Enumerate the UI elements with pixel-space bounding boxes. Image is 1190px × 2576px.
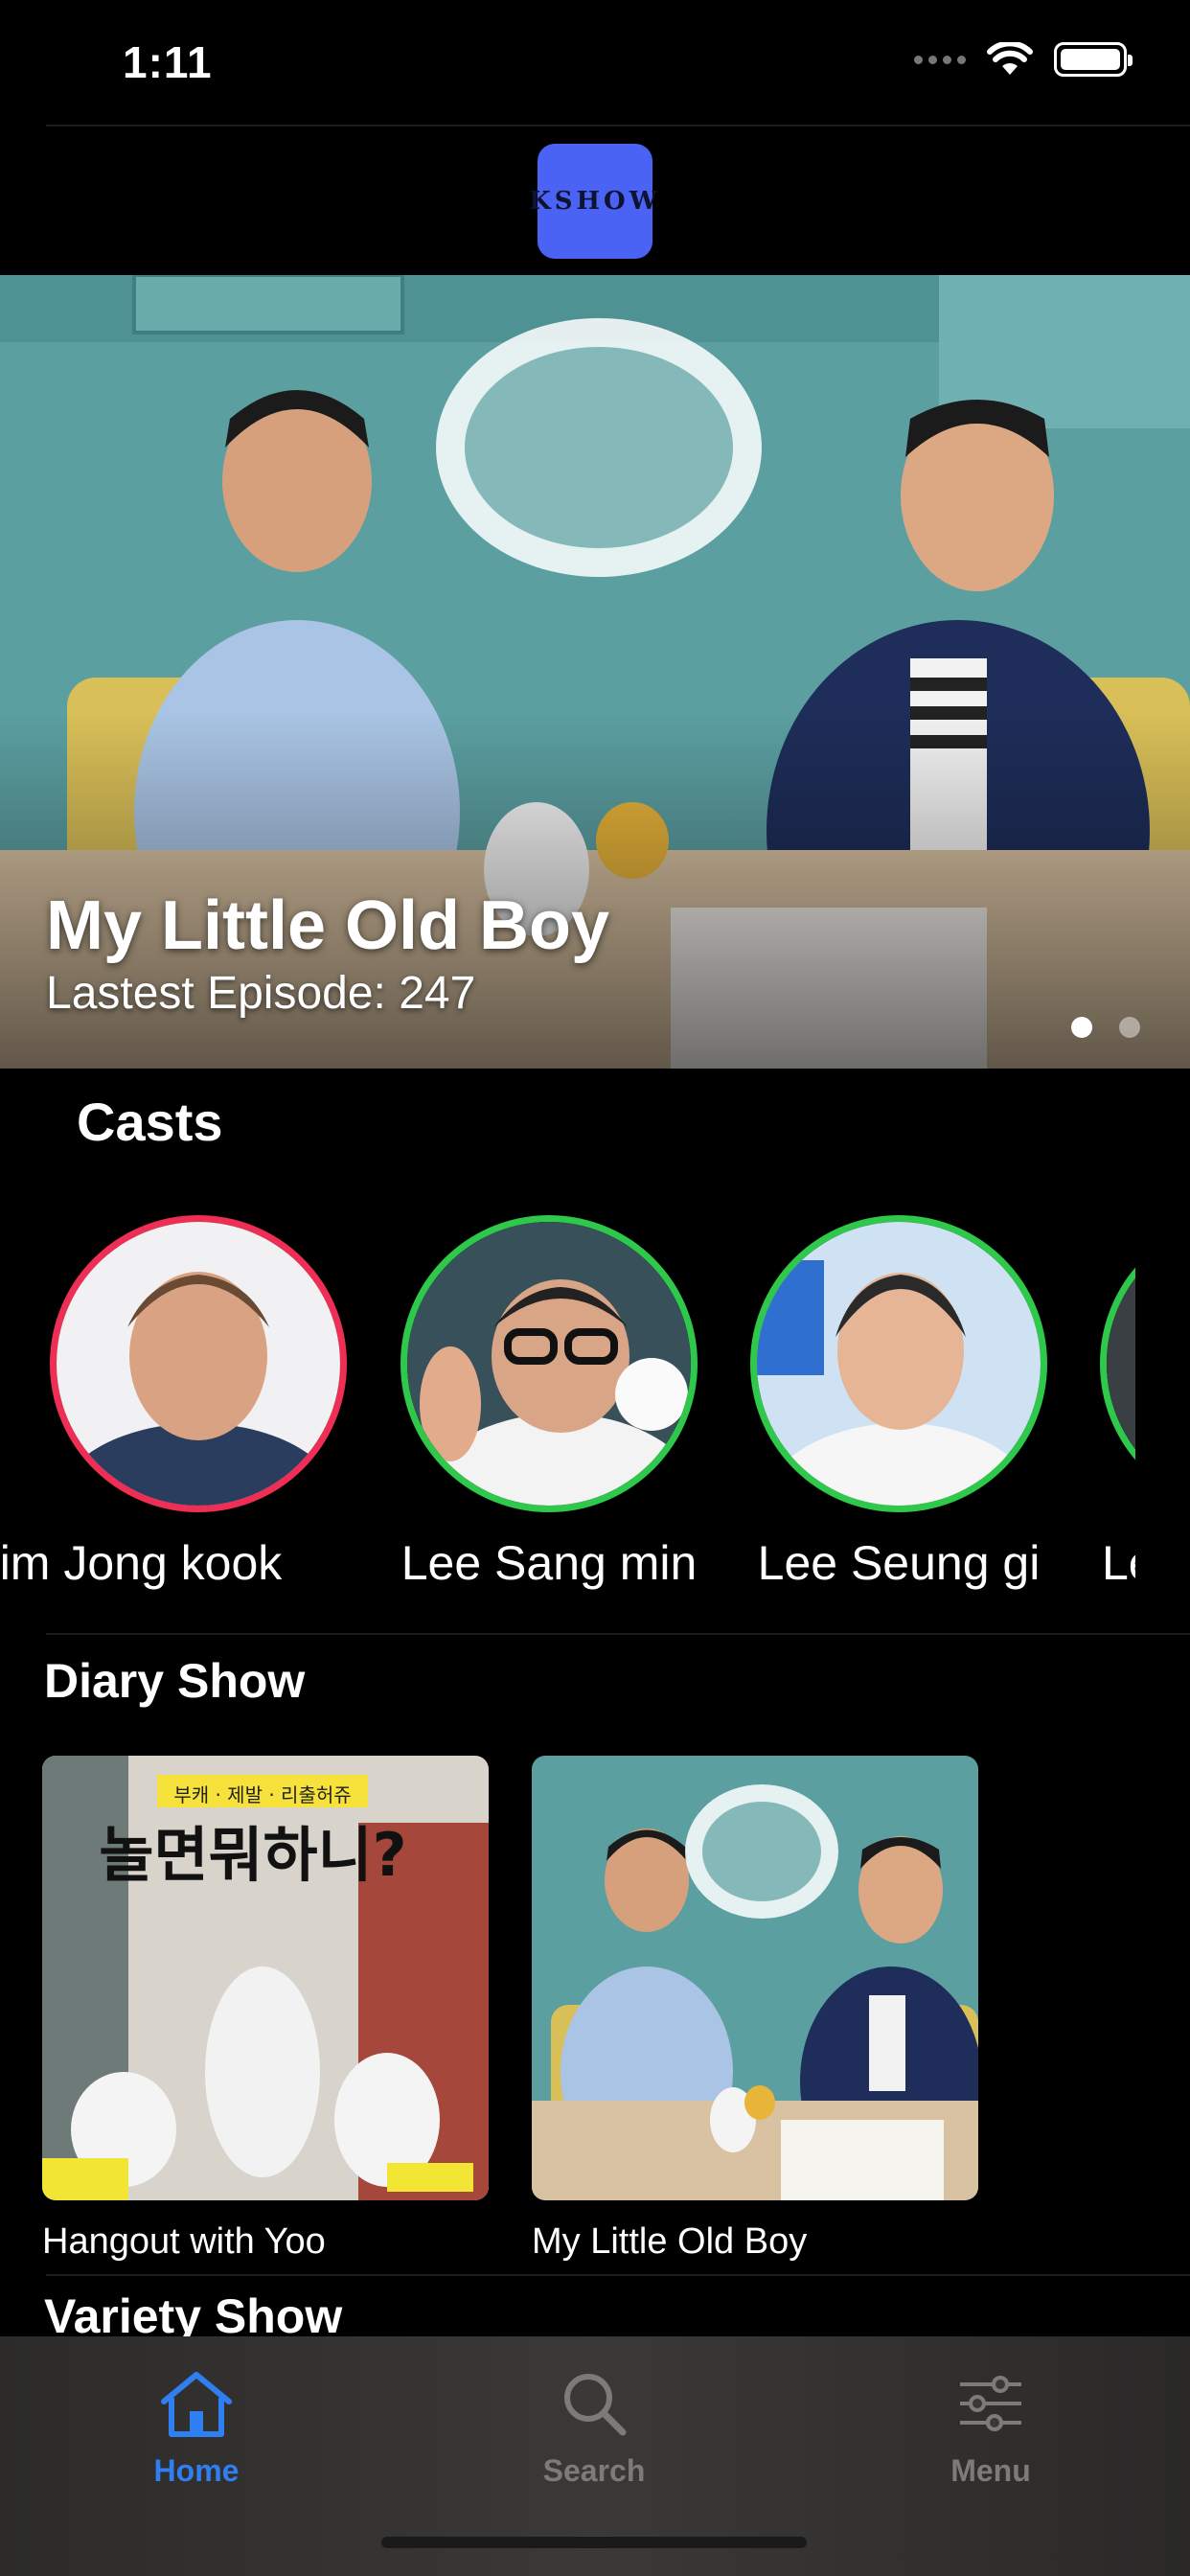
cellular-signal-icon bbox=[914, 55, 966, 64]
cast-name: Le bbox=[1102, 1536, 1135, 1590]
status-icons bbox=[914, 42, 1133, 77]
hero-banner[interactable]: My Little Old Boy Lastest Episode: 247 bbox=[0, 275, 1190, 1069]
cast-avatar bbox=[50, 1215, 347, 1512]
cast-avatar bbox=[1100, 1215, 1135, 1512]
hero-title: My Little Old Boy bbox=[46, 887, 610, 964]
show-poster[interactable] bbox=[532, 1756, 978, 2200]
magnifier-icon bbox=[489, 2365, 699, 2442]
status-time: 1:11 bbox=[123, 37, 213, 87]
cast-name: Lee Seung gi bbox=[757, 1536, 1041, 1590]
tab-label: Search bbox=[542, 2453, 646, 2488]
battery-icon bbox=[1054, 42, 1133, 77]
section-divider bbox=[46, 1633, 1190, 1635]
page-indicator[interactable] bbox=[1071, 1017, 1140, 1038]
cast-avatar bbox=[400, 1215, 698, 1512]
show-poster-title: Hangout with Yoo bbox=[42, 2221, 326, 2262]
show-poster-title: My Little Old Boy bbox=[532, 2221, 808, 2262]
hero-subtitle: Lastest Episode: 247 bbox=[46, 968, 476, 1019]
section-divider bbox=[46, 2274, 1190, 2276]
svg-text:놀면뭐하니?: 놀면뭐하니? bbox=[99, 1820, 406, 1890]
page-dot-2[interactable] bbox=[1119, 1017, 1140, 1038]
cast-name: im Jong kook bbox=[0, 1536, 283, 1590]
casts-section-title: Casts bbox=[77, 1092, 223, 1152]
tab-label: Menu bbox=[950, 2453, 1031, 2488]
home-indicator[interactable] bbox=[381, 2537, 807, 2548]
page-dot-1[interactable] bbox=[1071, 1017, 1092, 1038]
logo-text: KSHOW bbox=[529, 187, 661, 216]
header-divider bbox=[46, 125, 1190, 126]
svg-text:부캐 · 제발 · 리출허쥬: 부캐 · 제발 · 리출허쥬 bbox=[173, 1783, 351, 1806]
show-poster[interactable]: 부캐 · 제발 · 리출허쥬 놀면뭐하니? bbox=[42, 1756, 489, 2200]
cast-avatar bbox=[750, 1215, 1047, 1512]
wifi-icon bbox=[987, 42, 1033, 75]
cast-name: Lee Sang min bbox=[400, 1536, 698, 1590]
tab-menu[interactable]: Menu bbox=[885, 2365, 1096, 2489]
tab-label: Home bbox=[153, 2453, 240, 2488]
house-icon bbox=[91, 2365, 302, 2442]
status-bar: 1:11 bbox=[0, 0, 1190, 125]
diary-show-section-title: Diary Show bbox=[44, 1654, 306, 1708]
tab-home[interactable]: Home bbox=[91, 2365, 302, 2489]
casts-carousel[interactable]: im Jong kook Lee Sang min Lee Seung gi L bbox=[0, 1209, 1135, 1593]
sliders-icon bbox=[885, 2365, 1096, 2442]
app-logo: KSHOW bbox=[529, 144, 657, 259]
tab-search[interactable]: Search bbox=[489, 2365, 699, 2489]
